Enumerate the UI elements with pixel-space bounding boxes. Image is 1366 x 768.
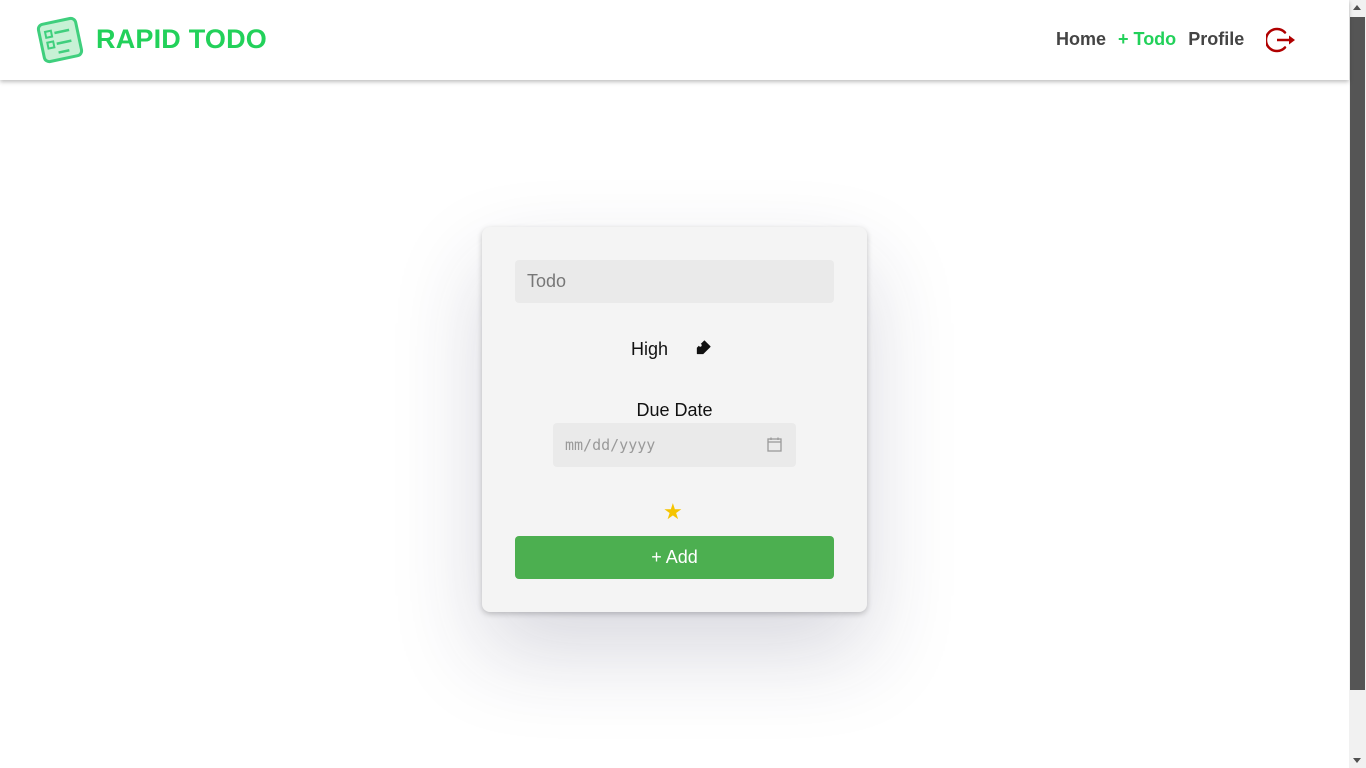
todo-list-logo-icon <box>36 16 84 64</box>
add-todo-card: High Due Date mm/dd/yyyy ★ + Add <box>482 227 867 612</box>
priority-selector[interactable]: High <box>482 339 867 360</box>
logo[interactable] <box>35 15 85 65</box>
scroll-thumb[interactable] <box>1350 17 1365 690</box>
logout-icon[interactable] <box>1266 26 1296 54</box>
date-placeholder: mm/dd/yyyy <box>565 436 656 454</box>
due-date-input[interactable]: mm/dd/yyyy <box>553 423 796 467</box>
star-icon[interactable]: ★ <box>663 501 683 523</box>
tag-icon[interactable] <box>694 339 712 357</box>
nav-home-link[interactable]: Home <box>1056 29 1106 50</box>
scroll-down-arrow-icon[interactable] <box>1353 758 1361 763</box>
page: RAPID TODO Home + Todo Profile High <box>0 0 1366 768</box>
add-todo-button[interactable]: + Add <box>515 536 834 579</box>
priority-label: High <box>630 339 669 359</box>
vertical-scrollbar[interactable] <box>1349 0 1366 768</box>
nav-add-todo-link[interactable]: + Todo <box>1118 29 1176 50</box>
brand-title: RAPID TODO <box>96 24 268 54</box>
nav-links: Home + Todo Profile <box>1056 29 1244 50</box>
todo-input[interactable] <box>515 260 834 303</box>
due-date-label: Due Date <box>636 400 713 420</box>
calendar-icon[interactable] <box>767 437 782 452</box>
navbar: RAPID TODO Home + Todo Profile <box>0 0 1349 80</box>
scroll-up-arrow-icon[interactable] <box>1353 5 1361 10</box>
nav-profile-link[interactable]: Profile <box>1188 29 1244 50</box>
